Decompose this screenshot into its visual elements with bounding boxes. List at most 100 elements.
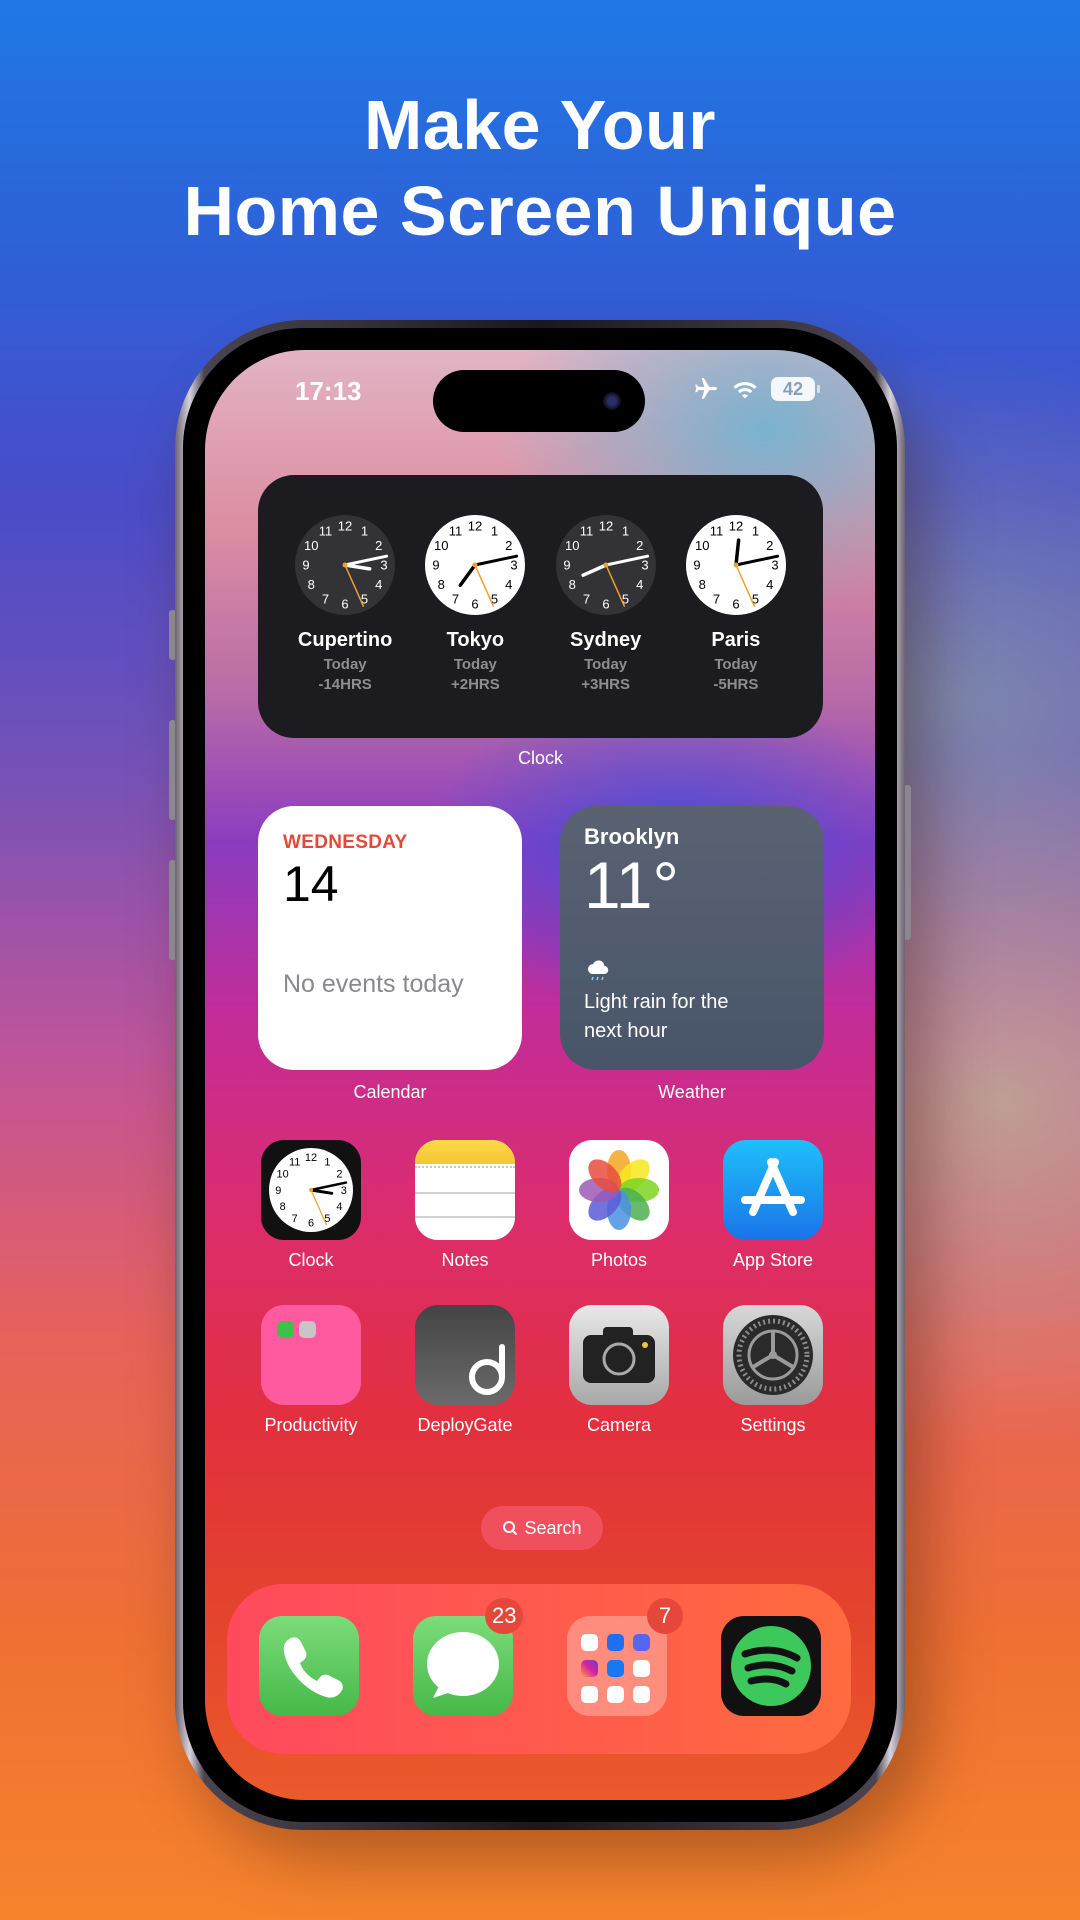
offset-label: +3HRS bbox=[581, 676, 631, 693]
skype-mini-icon bbox=[581, 1686, 598, 1703]
clock-numeral: 4 bbox=[506, 577, 513, 592]
app-notes[interactable]: Notes bbox=[405, 1140, 525, 1271]
clock-numeral: 7 bbox=[713, 591, 720, 606]
app-photos[interactable]: Photos bbox=[559, 1140, 679, 1271]
clock-numeral: 4 bbox=[336, 1201, 342, 1213]
clock-numeral: 12 bbox=[468, 519, 482, 534]
app-clock[interactable]: 1 2 3 4 5 6 7 8 9 10 11 12 Clock bbox=[251, 1140, 371, 1271]
facebook-mini-icon bbox=[607, 1660, 624, 1677]
app-deploygate[interactable]: DeployGate bbox=[405, 1305, 525, 1436]
offset-label: +2HRS bbox=[450, 676, 500, 693]
phone-app-icon[interactable] bbox=[259, 1616, 359, 1716]
clock-numeral: 10 bbox=[565, 538, 579, 553]
world-clock-paris: 1 2 3 4 5 6 7 8 9 10 11 12 Paris Today -5HRS bbox=[676, 513, 796, 738]
clock-numeral: 7 bbox=[452, 591, 459, 606]
cloud-rain-icon bbox=[584, 958, 800, 984]
offset-label: -5HRS bbox=[713, 676, 759, 693]
weather-widget[interactable]: Brooklyn 11° Light rain for the next hou… bbox=[560, 806, 824, 1070]
calendar-widget-label: Calendar bbox=[353, 1082, 427, 1102]
search-button[interactable]: Search bbox=[481, 1506, 603, 1550]
clock-numeral: 8 bbox=[568, 577, 575, 592]
clock-numeral: 8 bbox=[698, 577, 705, 592]
app-productivity-folder[interactable]: Productivity bbox=[251, 1305, 371, 1436]
app-label: Camera bbox=[586, 1415, 652, 1435]
app-label: Productivity bbox=[264, 1415, 358, 1435]
contacts-mini-icon bbox=[299, 1321, 316, 1338]
spotify-app-icon[interactable] bbox=[721, 1616, 821, 1716]
clock-numeral: 6 bbox=[308, 1218, 314, 1230]
clock-numeral: 11 bbox=[319, 524, 333, 539]
clock-numeral: 12 bbox=[729, 519, 743, 534]
analog-clock-icon: 1234567891011 12 bbox=[425, 515, 526, 615]
day-label: Today bbox=[453, 656, 497, 673]
app-store-icon bbox=[723, 1140, 823, 1240]
analog-clock-icon: 1234567891011 12 bbox=[555, 515, 656, 615]
clock-numeral: 7 bbox=[292, 1213, 298, 1225]
clock-numeral: 11 bbox=[579, 524, 593, 539]
app-camera[interactable]: Camera bbox=[559, 1305, 679, 1436]
weather-description: Light rain for the next hour bbox=[584, 988, 800, 1046]
messages-badge: 23 bbox=[485, 1598, 524, 1634]
clock-numeral: 9 bbox=[693, 558, 700, 573]
clock-numeral: 6 bbox=[342, 597, 349, 612]
clock-numeral: 4 bbox=[375, 577, 382, 592]
settings-app-icon bbox=[723, 1305, 823, 1405]
app-label: Settings bbox=[740, 1415, 806, 1435]
camera-lens-icon bbox=[603, 392, 621, 410]
clock-center bbox=[603, 562, 609, 568]
safari-mini-icon bbox=[633, 1686, 650, 1703]
power-button bbox=[904, 785, 911, 940]
app-label: Clock bbox=[288, 1250, 334, 1270]
clock-numeral: 9 bbox=[275, 1185, 281, 1197]
analog-clock-icon: 1234567891011 12 bbox=[685, 515, 786, 615]
camera-app-icon bbox=[569, 1305, 669, 1405]
day-label: Today bbox=[584, 656, 628, 673]
headline-line-2: Home Screen Unique bbox=[183, 172, 897, 250]
clock-widget[interactable]: 1 2 3 4 5 6 7 8 9 10 11 12 Cupertino Today -14HRS 1 2 3 4 5… bbox=[258, 475, 823, 738]
dock: 23 7 bbox=[227, 1584, 851, 1754]
zalo-mini-icon bbox=[607, 1634, 624, 1651]
calendar-events: No events today bbox=[283, 970, 464, 998]
clock-numeral: 1 bbox=[361, 524, 368, 539]
clock-numeral: 10 bbox=[304, 538, 318, 553]
photos-app-icon bbox=[569, 1140, 669, 1240]
clock-numeral: 12 bbox=[305, 1152, 317, 1164]
calendar-weekday: WEDNESDAY bbox=[283, 832, 408, 853]
clock-numeral: 2 bbox=[766, 538, 773, 553]
app-label: App Store bbox=[732, 1250, 814, 1270]
app-settings[interactable]: Settings bbox=[713, 1305, 833, 1436]
clock-center bbox=[472, 562, 478, 568]
analog-clock-icon: 1234567891011 12 bbox=[295, 515, 396, 615]
app-label: Photos bbox=[590, 1250, 648, 1270]
status-icons: 42 bbox=[693, 376, 820, 402]
city-name: Tokyo bbox=[446, 629, 505, 651]
calendar-widget[interactable]: WEDNESDAY 14 No events today bbox=[258, 806, 522, 1070]
home-screen: 17:13 42 1 2 3 4 5 6 7 8 9 10 11 12 Cupertino Today -1… bbox=[205, 350, 875, 1800]
phone-bezel: 17:13 42 1 2 3 4 5 6 7 8 9 10 11 12 Cupertino Today -1… bbox=[183, 328, 897, 1822]
clock-numeral: 3 bbox=[771, 558, 778, 573]
clock-numeral: 12 bbox=[598, 519, 612, 534]
facetime-mini-icon bbox=[277, 1321, 294, 1338]
wifi-icon bbox=[733, 382, 757, 399]
clock-numeral: 11 bbox=[449, 524, 463, 539]
status-time: 17:13 bbox=[295, 376, 362, 406]
clock-numeral: 9 bbox=[563, 558, 570, 573]
app-label: Notes bbox=[441, 1250, 489, 1270]
calendar-date: 14 bbox=[283, 856, 339, 912]
clock-numeral: 1 bbox=[491, 524, 498, 539]
city-name: Cupertino bbox=[297, 629, 393, 651]
clock-numeral: 2 bbox=[506, 538, 513, 553]
deploygate-app-icon bbox=[415, 1305, 515, 1405]
social-folder-icon[interactable] bbox=[567, 1616, 667, 1716]
dynamic-island bbox=[433, 370, 645, 432]
clock-numeral: 3 bbox=[641, 558, 648, 573]
app-app-store[interactable]: App Store bbox=[713, 1140, 833, 1271]
day-label: Today bbox=[323, 656, 367, 673]
clock-numeral: 7 bbox=[583, 591, 590, 606]
headline-line-1: Make Your bbox=[363, 86, 717, 164]
search-label: Search bbox=[524, 1517, 582, 1538]
clock-numeral: 8 bbox=[308, 577, 315, 592]
clock-numeral: 2 bbox=[375, 538, 382, 553]
productivity-folder-icon bbox=[261, 1305, 361, 1405]
clock-numeral: 3 bbox=[381, 558, 388, 573]
